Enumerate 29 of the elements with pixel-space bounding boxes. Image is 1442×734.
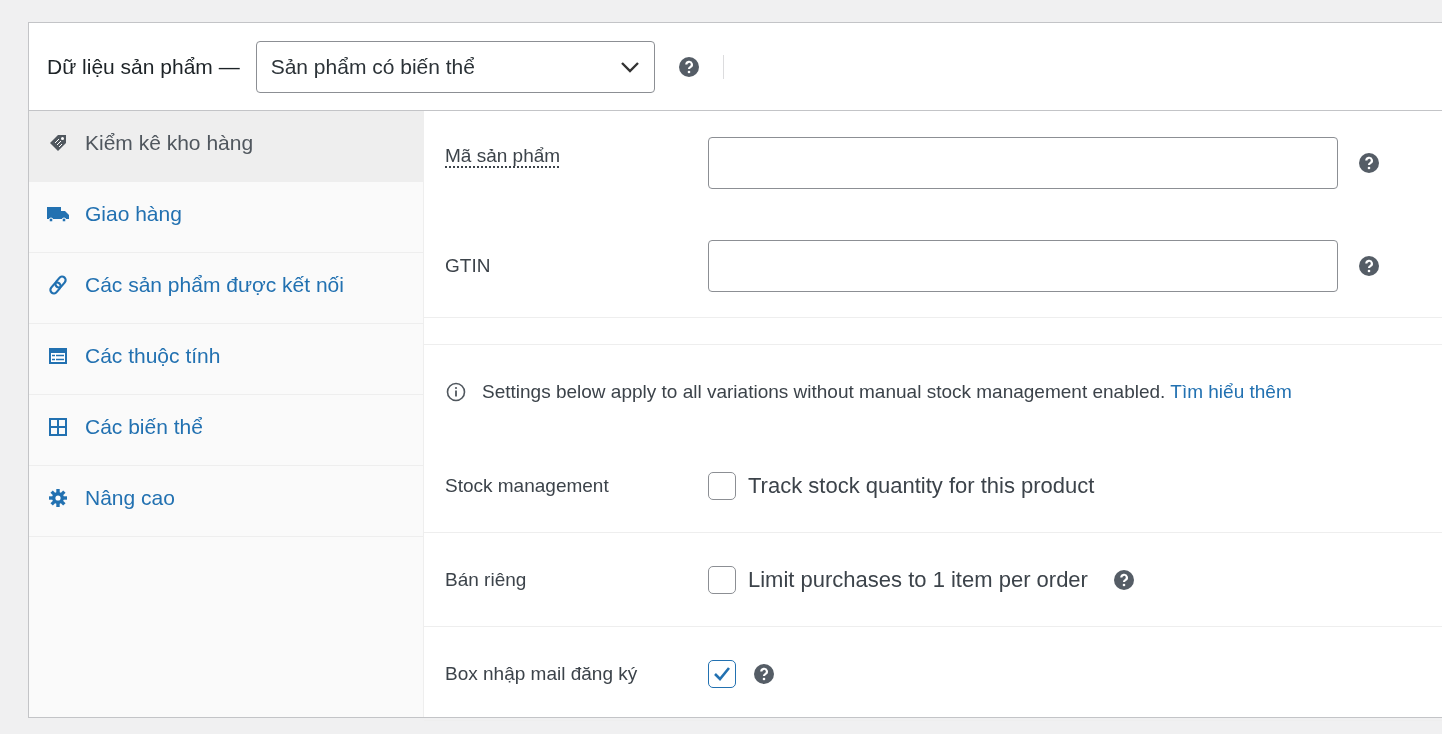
option-label: Bán riêng bbox=[445, 568, 528, 591]
link-icon bbox=[47, 275, 69, 295]
panel-title: Dữ liệu sản phẩm — bbox=[47, 54, 240, 79]
field-label: GTIN bbox=[445, 254, 492, 277]
help-icon[interactable] bbox=[1113, 569, 1134, 590]
option-label: Box nhập mail đăng ký bbox=[445, 662, 639, 685]
gear-icon bbox=[47, 488, 69, 508]
help-icon[interactable] bbox=[678, 56, 699, 77]
help-icon[interactable] bbox=[1359, 255, 1379, 276]
truck-icon bbox=[47, 204, 69, 224]
checkbox[interactable] bbox=[708, 565, 736, 594]
checkbox-label: Limit purchases to 1 item per order bbox=[748, 566, 1088, 593]
help-icon[interactable] bbox=[754, 663, 774, 684]
checkbox[interactable] bbox=[708, 659, 736, 688]
learn-more-link[interactable]: Tìm hiểu thêm bbox=[1170, 381, 1292, 402]
chevron-down-icon bbox=[619, 60, 640, 73]
notice-text: Settings below apply to all variations without manual stock management enabled. Tìm hiểu thêm bbox=[482, 381, 1292, 403]
product-type-select[interactable]: Sản phẩm có biến thể bbox=[255, 40, 655, 93]
option-label: Stock management bbox=[445, 474, 610, 497]
input-field[interactable] bbox=[708, 239, 1338, 292]
list-icon bbox=[47, 346, 69, 366]
help-icon[interactable] bbox=[1359, 152, 1379, 173]
field-label: Mã sản phẩm bbox=[445, 145, 562, 167]
sidebar-tab[interactable]: Kiểm kê kho hàng bbox=[29, 111, 423, 182]
grid-icon bbox=[47, 417, 69, 437]
input-field[interactable] bbox=[708, 136, 1338, 189]
info-icon bbox=[446, 382, 466, 402]
checkbox-label: Track stock quantity for this product bbox=[748, 472, 1095, 499]
checkbox[interactable] bbox=[708, 471, 736, 500]
